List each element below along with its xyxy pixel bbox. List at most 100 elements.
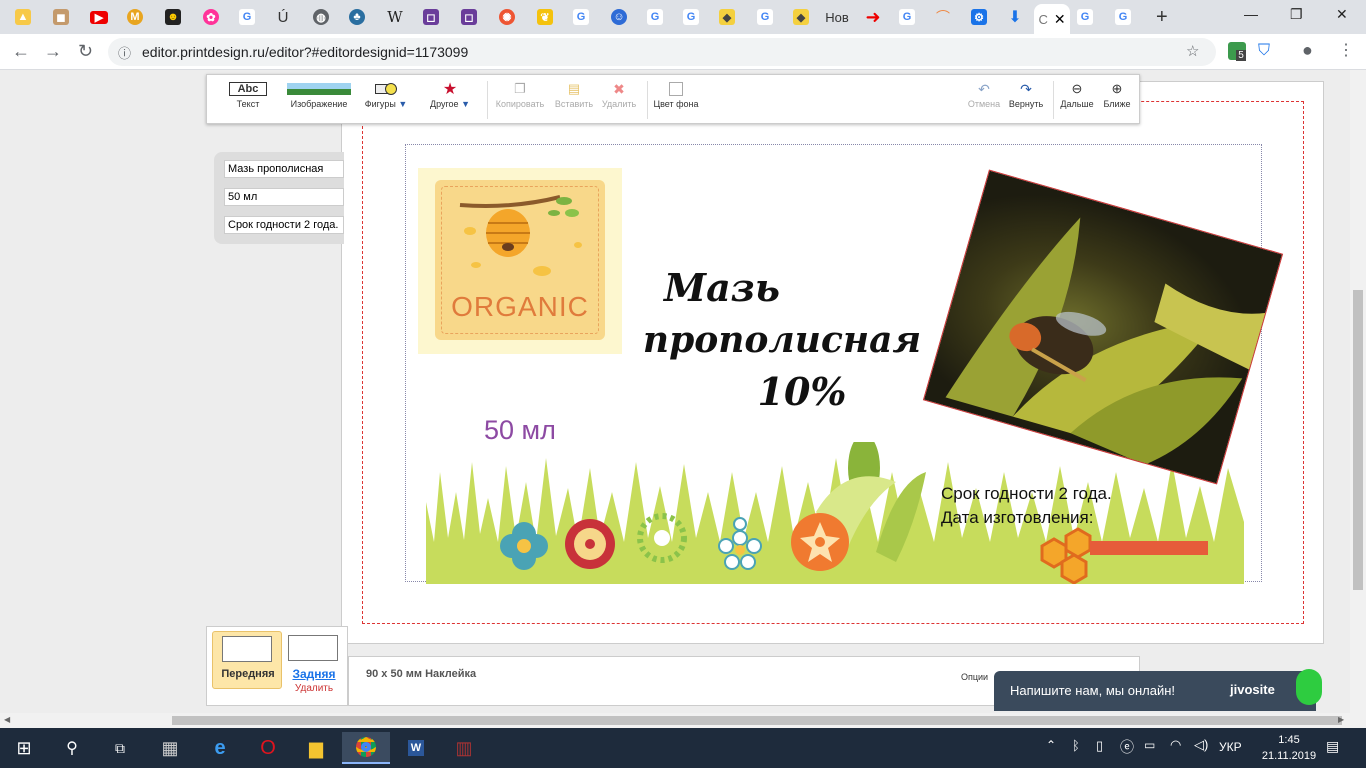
- language-indicator[interactable]: УКР: [1219, 740, 1242, 754]
- notifications-icon[interactable]: ▤: [1326, 738, 1339, 755]
- tab-google-3[interactable]: G: [640, 4, 670, 30]
- tab-22[interactable]: ◆: [786, 4, 816, 30]
- tab-new[interactable]: Нов: [822, 4, 852, 30]
- tab-17[interactable]: ☺: [604, 4, 634, 30]
- tab-5[interactable]: ☻: [158, 4, 188, 30]
- address-bar: ← → ↻ ⓘ editor.printdesign.ru/editor?#ed…: [0, 34, 1366, 70]
- paste-tool[interactable]: ▤ Вставить: [547, 79, 601, 109]
- organic-logo[interactable]: ORGANIC: [418, 168, 622, 354]
- delete-tool[interactable]: ✖ Удалить: [597, 79, 641, 110]
- omnibox[interactable]: ⓘ editor.printdesign.ru/editor?#editorde…: [108, 38, 1216, 66]
- tab-13[interactable]: ◻: [454, 4, 484, 30]
- vertical-scroll-thumb[interactable]: [1353, 290, 1363, 590]
- battery-icon[interactable]: ▭: [1144, 738, 1155, 752]
- options-button[interactable]: Опции: [961, 672, 988, 682]
- app-tray-icon[interactable]: ⓔ: [1120, 737, 1134, 757]
- menu-icon[interactable]: ⋮: [1338, 40, 1354, 60]
- window-close-button[interactable]: ✕: [1336, 6, 1348, 23]
- tab-google-1[interactable]: G: [232, 4, 262, 30]
- design-title[interactable]: Мазь прополисная 10%: [642, 262, 922, 418]
- google-icon: G: [1077, 9, 1093, 25]
- tab-wikipedia[interactable]: W: [380, 4, 410, 30]
- minimize-button[interactable]: —: [1244, 6, 1258, 22]
- taskbar-calculator[interactable]: ▦: [146, 732, 194, 764]
- send-backward-tool[interactable]: ⊖ Дальше: [1057, 79, 1097, 109]
- tab-2[interactable]: ◼: [46, 4, 76, 30]
- star-icon[interactable]: ☆: [1186, 42, 1199, 60]
- copy-tool[interactable]: ❐ Копировать: [493, 79, 547, 109]
- back-button[interactable]: ←: [12, 41, 30, 62]
- side-back[interactable]: Задняя Удалить: [286, 631, 342, 701]
- field-title[interactable]: Мазь прополисная: [224, 160, 344, 178]
- tab-24[interactable]: ➜: [858, 4, 888, 30]
- tab-google-5[interactable]: G: [750, 4, 780, 30]
- scroll-right-icon[interactable]: ▶: [1338, 715, 1344, 724]
- tab-google-4[interactable]: G: [676, 4, 706, 30]
- undo-tool[interactable]: ↶ Отмена: [963, 79, 1005, 110]
- horizontal-scroll-thumb[interactable]: [172, 716, 1342, 725]
- tab-12[interactable]: ◻: [416, 4, 446, 30]
- start-button[interactable]: ⊞: [0, 732, 48, 764]
- tab-google-8[interactable]: G: [1108, 4, 1138, 30]
- side-front[interactable]: Передняя: [212, 631, 282, 689]
- tab-youtube[interactable]: ▶: [84, 4, 114, 30]
- info-icon[interactable]: ⓘ: [118, 43, 131, 62]
- new-tab-button[interactable]: +: [1156, 6, 1168, 29]
- tab-9[interactable]: ◍: [306, 4, 336, 30]
- tab-google-2[interactable]: G: [566, 4, 596, 30]
- usb-icon[interactable]: ▯: [1096, 738, 1103, 754]
- maximize-button[interactable]: ❐: [1290, 6, 1303, 23]
- field-volume[interactable]: 50 мл: [224, 188, 344, 206]
- tab-26[interactable]: ⌒: [928, 4, 958, 30]
- tab-active[interactable]: С ✕: [1034, 4, 1070, 34]
- image-tool[interactable]: Изображение: [285, 79, 353, 109]
- tab-8[interactable]: Ú: [268, 4, 298, 30]
- vertical-scrollbar[interactable]: [1350, 70, 1366, 713]
- wifi-icon[interactable]: ◠: [1170, 737, 1181, 753]
- design-expiry[interactable]: Срок годности 2 года. Дата изготовления:: [941, 482, 1112, 530]
- chat-widget[interactable]: Напишите нам, мы онлайн! jivosite: [994, 669, 1322, 711]
- volume-icon[interactable]: ◁): [1194, 737, 1208, 753]
- text-tool[interactable]: Abc Текст: [221, 79, 275, 109]
- shapes-tool[interactable]: Фигуры ▼: [361, 79, 411, 109]
- forward-button[interactable]: →: [44, 41, 62, 62]
- tab-google-6[interactable]: G: [892, 4, 922, 30]
- shield-icon[interactable]: ⛉: [1258, 42, 1270, 60]
- other-tool[interactable]: ★ Другое ▼: [425, 79, 475, 109]
- extension-icon[interactable]: 5: [1228, 42, 1246, 61]
- profile-icon[interactable]: ●: [1302, 40, 1313, 61]
- horizontal-scrollbar[interactable]: ◀ ▶: [0, 713, 1366, 728]
- taskbar-chrome[interactable]: [342, 732, 390, 764]
- bring-forward-tool[interactable]: ⊕ Ближе: [1097, 79, 1137, 109]
- taskbar-winrar[interactable]: ▥: [440, 732, 488, 764]
- tab-4[interactable]: M: [120, 4, 150, 30]
- close-icon[interactable]: ✕: [1054, 11, 1066, 28]
- tab-15[interactable]: ❦: [530, 4, 560, 30]
- scroll-left-icon[interactable]: ◀: [4, 715, 10, 724]
- tab-1[interactable]: ▲: [8, 4, 38, 30]
- side-delete-link[interactable]: Удалить: [286, 683, 342, 694]
- tab-6[interactable]: ✿: [196, 4, 226, 30]
- redo-tool[interactable]: ↷ Вернуть: [1005, 79, 1047, 110]
- search-button[interactable]: ⚲: [48, 732, 96, 764]
- reload-button[interactable]: ↻: [78, 41, 93, 62]
- taskbar-opera[interactable]: O: [244, 732, 292, 764]
- side-back-link[interactable]: Задняя: [286, 667, 342, 681]
- chevron-up-icon[interactable]: ⌃: [1046, 738, 1056, 752]
- taskbar-explorer[interactable]: ▆: [292, 732, 340, 764]
- tab-20[interactable]: ◆: [712, 4, 742, 30]
- taskbar-edge[interactable]: e: [196, 732, 244, 764]
- bgcolor-tool[interactable]: Цвет фона: [651, 79, 701, 109]
- task-view-button[interactable]: ⧉: [96, 732, 144, 764]
- tab-10[interactable]: ♣: [342, 4, 372, 30]
- field-expiry[interactable]: Срок годности 2 года.: [224, 216, 344, 234]
- clock[interactable]: 1:45 21.11.2019: [1258, 732, 1320, 764]
- tab-14[interactable]: ✺: [492, 4, 522, 30]
- tab-28[interactable]: ⬇: [1000, 4, 1030, 30]
- grass-illustration[interactable]: [426, 442, 1244, 584]
- tab-google-7[interactable]: G: [1070, 4, 1100, 30]
- tab-27[interactable]: ⚙: [964, 4, 994, 30]
- taskbar-word[interactable]: W: [392, 732, 440, 764]
- bluetooth-icon[interactable]: ᛒ: [1072, 738, 1080, 753]
- lemon-favicon-icon: ❦: [537, 9, 553, 25]
